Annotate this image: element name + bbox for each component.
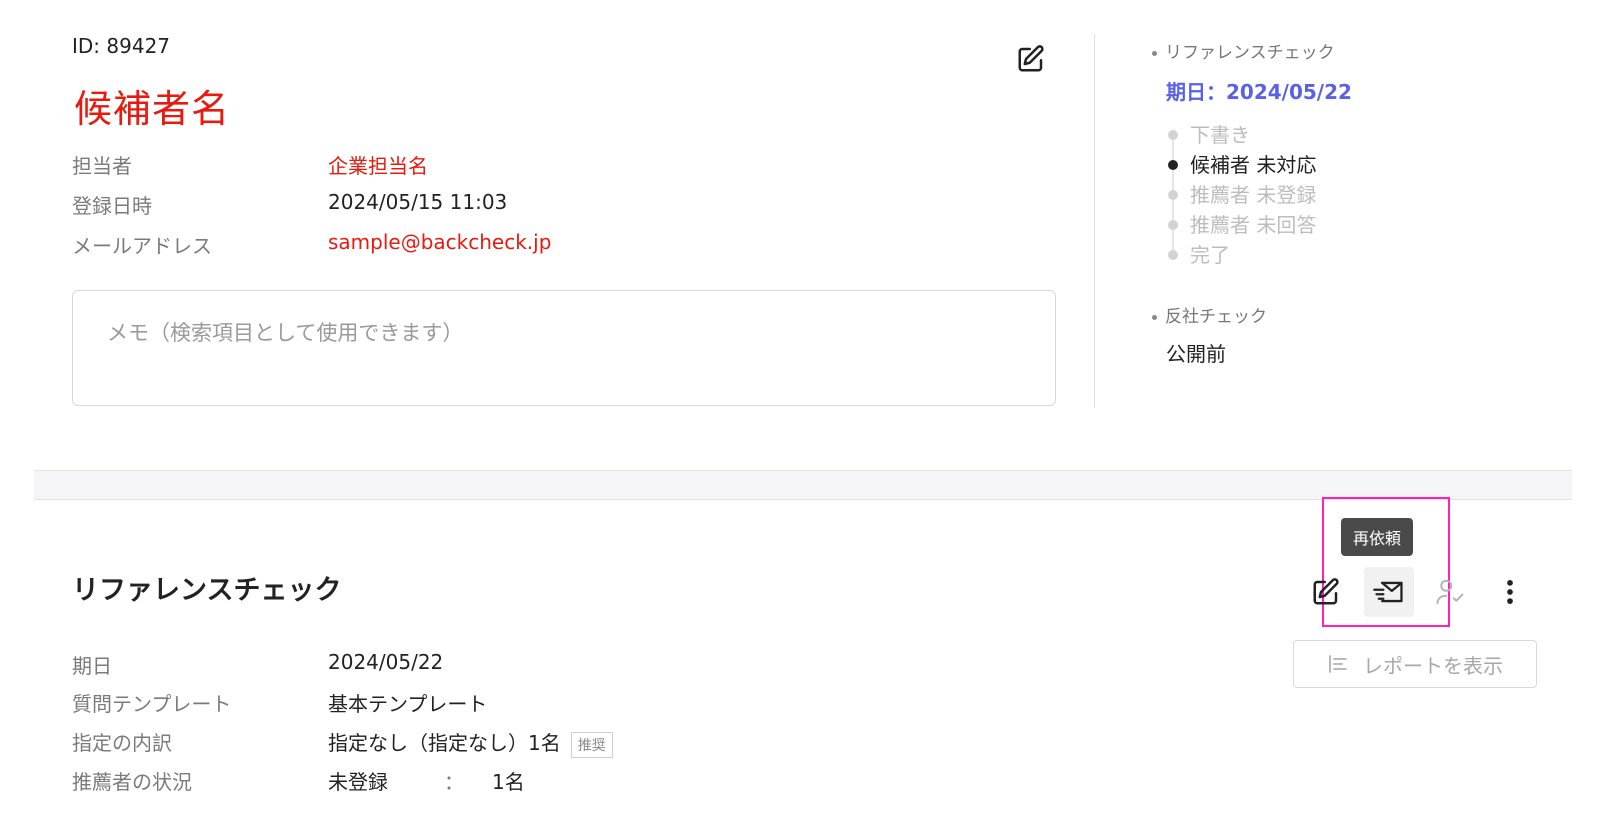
detail-value-breakdown: 指定なし（指定なし）1名 推奨 bbox=[328, 727, 613, 758]
assign-person-button[interactable] bbox=[1428, 570, 1472, 614]
resend-request-button[interactable] bbox=[1364, 567, 1414, 617]
step-dot-icon bbox=[1168, 160, 1178, 170]
detail-label-breakdown: 指定の内訳 bbox=[72, 731, 172, 755]
breakdown-text: 指定なし（指定なし）1名 bbox=[328, 731, 561, 755]
sidebar-reference-heading: リファレンスチェック bbox=[1152, 38, 1335, 63]
edit-icon bbox=[1018, 45, 1044, 72]
sidebar-due-date: 2024/05/22 bbox=[1226, 80, 1352, 104]
reference-section-title: リファレンスチェック bbox=[72, 575, 342, 606]
detail-label-referee-status: 推薦者の状況 bbox=[72, 770, 192, 794]
bullet-icon bbox=[1152, 50, 1157, 56]
sidebar-due-label: 期日： bbox=[1166, 80, 1226, 104]
referee-status-sep: ： bbox=[444, 770, 464, 794]
memo-input[interactable]: メモ（検索項目として使用できます） bbox=[72, 290, 1056, 406]
referee-status-text: 未登録 bbox=[328, 770, 388, 794]
step-label: 推薦者 未登録 bbox=[1190, 183, 1317, 207]
step-dot-icon bbox=[1168, 250, 1178, 260]
step-referee-unregistered: 推薦者 未登録 bbox=[1166, 180, 1316, 210]
mail-resend-icon bbox=[1373, 581, 1403, 603]
step-label: 推薦者 未回答 bbox=[1190, 213, 1317, 237]
step-dot-icon bbox=[1168, 190, 1178, 200]
section-separator bbox=[34, 470, 1572, 500]
show-report-button[interactable]: レポートを表示 bbox=[1293, 640, 1537, 688]
step-complete: 完了 bbox=[1166, 240, 1316, 270]
step-label: 候補者 未対応 bbox=[1190, 153, 1317, 177]
step-draft: 下書き bbox=[1166, 120, 1316, 150]
candidate-id: ID: 89427 bbox=[72, 34, 171, 58]
field-value-registered: 2024/05/15 11:03 bbox=[328, 190, 508, 214]
field-value-email: sample@backcheck.jp bbox=[328, 230, 552, 254]
bullet-icon bbox=[1152, 314, 1157, 320]
more-options-button[interactable] bbox=[1488, 570, 1532, 614]
step-referee-unanswered: 推薦者 未回答 bbox=[1166, 210, 1316, 240]
sidebar-reference-heading-label: リファレンスチェック bbox=[1165, 43, 1335, 63]
step-label: 完了 bbox=[1190, 243, 1230, 267]
detail-label-due: 期日 bbox=[72, 654, 112, 678]
more-vertical-icon bbox=[1507, 580, 1513, 604]
step-dot-icon bbox=[1168, 130, 1178, 140]
detail-value-due: 2024/05/22 bbox=[328, 650, 444, 674]
referee-status-count: 1名 bbox=[492, 770, 525, 794]
detail-value-referee-status: 未登録 ： 1名 bbox=[328, 766, 525, 795]
recommended-tag: 推奨 bbox=[570, 731, 613, 758]
detail-label-template: 質問テンプレート bbox=[72, 692, 232, 716]
candidate-name: 候補者名 bbox=[74, 87, 231, 131]
field-value-manager: 企業担当名 bbox=[328, 154, 428, 178]
field-label-manager: 担当者 bbox=[72, 154, 132, 178]
edit-reference-button[interactable] bbox=[1304, 570, 1348, 614]
detail-value-template: 基本テンプレート bbox=[328, 692, 488, 716]
field-label-email: メールアドレス bbox=[72, 234, 212, 258]
field-label-registered: 登録日時 bbox=[72, 194, 152, 218]
step-dot-icon bbox=[1168, 220, 1178, 230]
report-list-icon bbox=[1329, 655, 1347, 673]
sidebar-antisocial-heading-label: 反社チェック bbox=[1165, 307, 1267, 327]
status-steps: 下書き 候補者 未対応 推薦者 未登録 推薦者 未回答 完了 bbox=[1166, 120, 1316, 270]
show-report-label: レポートを表示 bbox=[1363, 653, 1503, 678]
edit-icon bbox=[1313, 578, 1339, 605]
sidebar-antisocial-heading: 反社チェック bbox=[1152, 302, 1267, 327]
step-candidate-pending: 候補者 未対応 bbox=[1166, 150, 1316, 180]
person-check-icon bbox=[1436, 579, 1464, 605]
vertical-divider bbox=[1094, 34, 1095, 408]
step-label: 下書き bbox=[1190, 123, 1250, 147]
sidebar-antisocial-status: 公開前 bbox=[1166, 342, 1226, 366]
edit-candidate-button[interactable] bbox=[1016, 44, 1046, 74]
sidebar-due: 期日：2024/05/22 bbox=[1166, 76, 1352, 105]
